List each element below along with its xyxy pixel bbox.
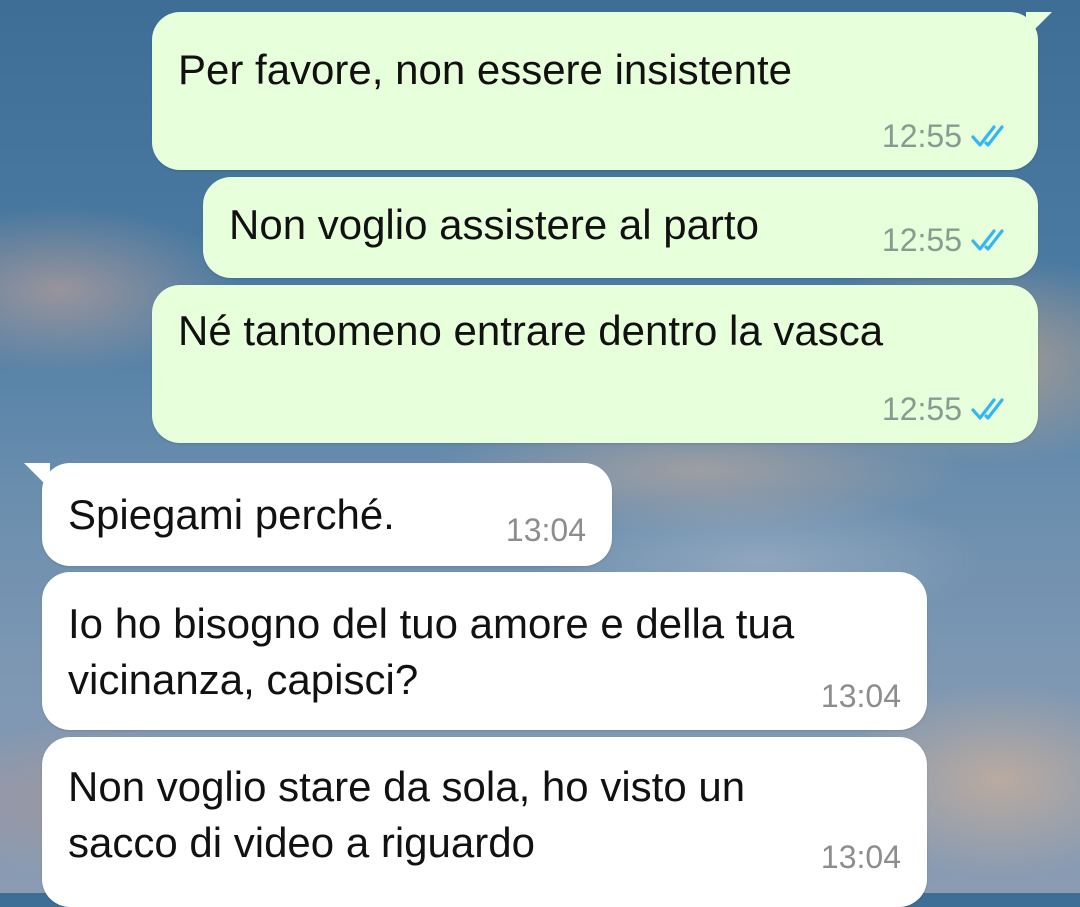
message-time: 13:04 (505, 512, 586, 548)
double-check-icon (971, 229, 1004, 251)
message-time: 13:04 (820, 678, 901, 714)
chat-area: Per favore, non essere insistente 12:55 … (0, 0, 1080, 907)
message-time: 13:04 (820, 839, 901, 875)
message-time: 12:55 (881, 391, 962, 427)
message-meta: 12:55 (882, 222, 1012, 258)
message-text: Non voglio stare da sola, ho visto un sa… (68, 763, 746, 866)
message-bubble-incoming[interactable]: Io ho bisogno del tuo amore e della tua … (42, 572, 927, 730)
message-meta: 13:04 (821, 839, 901, 875)
message-bubble-outgoing[interactable]: Per favore, non essere insistente 12:55 (152, 12, 1052, 170)
message-meta: 12:55 (882, 118, 1012, 154)
message-time: 12:55 (881, 222, 962, 258)
message-text: Né tantomeno entrare dentro la vasca (178, 307, 884, 354)
bubble-tail (24, 463, 50, 489)
message-bubble-outgoing[interactable]: Né tantomeno entrare dentro la vasca 12:… (152, 285, 1038, 443)
message-text: Per favore, non essere insistente (178, 46, 793, 93)
message-bubble-incoming[interactable]: Spiegami perché. 13:04 (24, 463, 612, 566)
message-meta: 12:55 (882, 391, 1012, 427)
message-meta: 13:04 (506, 512, 586, 548)
message-meta: 13:04 (821, 678, 901, 714)
double-check-icon (971, 125, 1004, 147)
message-bubble-outgoing[interactable]: Non voglio assistere al parto 12:55 (203, 177, 1038, 278)
message-time: 12:55 (881, 118, 962, 154)
double-check-icon (971, 398, 1004, 420)
message-text: Io ho bisogno del tuo amore e della tua … (68, 600, 795, 703)
message-bubble-incoming[interactable]: Non voglio stare da sola, ho visto un sa… (42, 737, 927, 907)
bubble-tail (1026, 12, 1052, 38)
